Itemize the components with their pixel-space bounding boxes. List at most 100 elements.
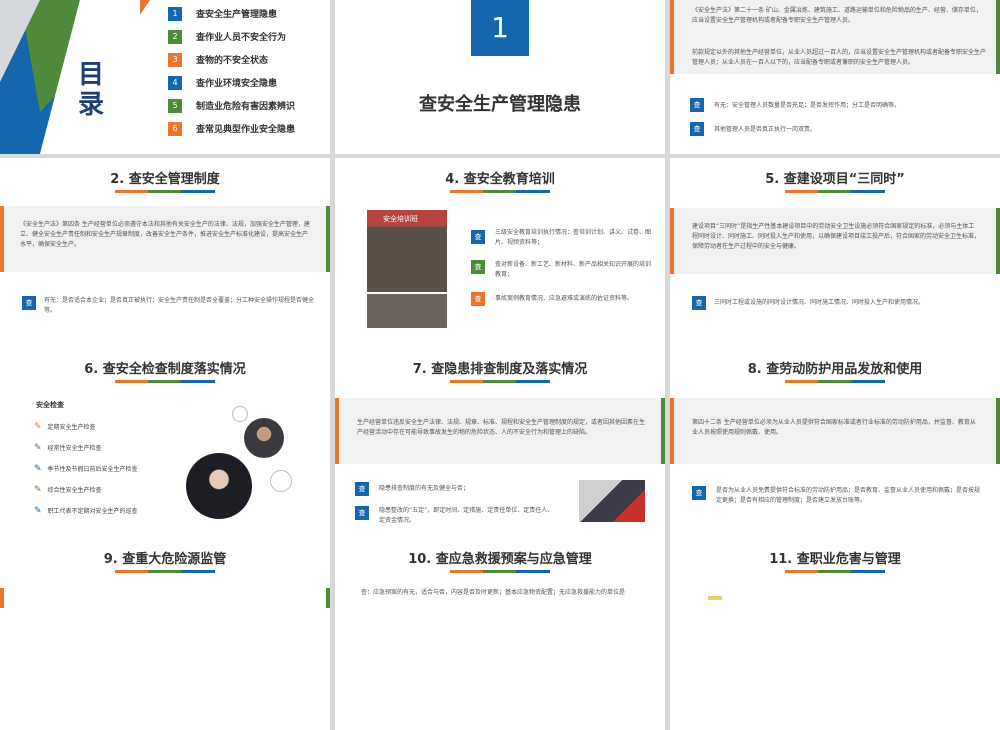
slide-7[interactable]: 7. 查隐患排查制度及落实情况 生产经营单位违反安全生产法律、法规、规章、标准、…: [335, 348, 665, 540]
toc-item-label: 查作业环境安全隐患: [196, 79, 278, 89]
training-photo: 安全培训班: [367, 210, 447, 292]
check-type-item: ✎ 季节性及节假日前后安全生产检查: [34, 458, 138, 479]
title-underline: [450, 380, 550, 383]
slide-10[interactable]: 10. 查应急救援预案与应急管理 查：应急预案的有无，适合与否，内容是否及时更新…: [335, 538, 665, 730]
slide-6[interactable]: 6. 查安全检查制度落实情况 安全检查 ✎ 定期安全生产检查 ✎ 经常性安全生产检查 ✎…: [0, 348, 330, 540]
slide-2[interactable]: 2. 查安全管理制度 《安全生产法》第四条 生产经营单位必须遵守本法和其他有关安…: [0, 158, 330, 350]
check-type-label: 职工代表不定期对安全生产的巡查: [47, 508, 138, 515]
decor-ring: [270, 470, 292, 492]
body-band: 生产经营单位违反安全生产法律、法规、规章、标准、规程和安全生产管理制度的规定，或…: [335, 398, 665, 464]
check-item: 三同时工程或设施的同时设计情况、同时施工情况、同时投入生产和使用情况。: [714, 299, 925, 306]
slide-5[interactable]: 5. 查建设项目“三同时” 建设项目“三同时”是指生产性基本建设项目中的劳动安全…: [670, 158, 1000, 350]
pencil-icon: ✎: [34, 442, 42, 453]
accent-bar-right: [996, 0, 1000, 74]
check-chip: 查: [690, 122, 704, 136]
toc-item[interactable]: 1 查安全生产管理隐患: [168, 2, 295, 25]
check-item: 隐患整改的“五定”，即定时间、定措施、定责任单位、定责任人、定资金情况。: [379, 507, 554, 524]
slide-body: 《安全生产法》第四条 生产经营单位必须遵守本法和其他有关安全生产的法律、法规，加…: [20, 221, 310, 248]
decor-block: [708, 596, 722, 600]
check-chip: 查: [471, 292, 485, 306]
check-chip: 查: [471, 260, 485, 274]
toc-item-label: 制造业危险有害因素辨识: [196, 102, 296, 112]
toc-item[interactable]: 6 查常见典型作业安全隐患: [168, 117, 295, 140]
slide-9[interactable]: 9. 查重大危险源监管: [0, 538, 330, 730]
check-item: 其他管理人员是否真正执行一岗双责。: [714, 126, 817, 133]
check-chip: 查: [690, 98, 704, 112]
toc-item-number: 3: [168, 52, 182, 67]
accent-bar-right: [661, 398, 665, 464]
check-type-item: ✎ 综合性安全生产检查: [34, 479, 138, 500]
body-band: 建设项目“三同时”是指生产性基本建设项目中的劳动安全卫生设施必须符合国家规定的标…: [670, 208, 1000, 274]
title-underline: [450, 190, 550, 193]
training-photo-2: [367, 294, 447, 328]
check-item: 有无：安全管理人员数量是否充足；是否发挥作用；分工是否明确等。: [714, 102, 901, 109]
accent-bar-left: [335, 398, 339, 464]
check-type-label: 经常性安全生产检查: [47, 445, 102, 452]
decor-ring: [232, 406, 248, 422]
slide-body: 生产经营单位违反安全生产法律、法规、规章、标准、规程和安全生产管理制度的规定，或…: [357, 419, 646, 436]
check-item: 事故案例教育情况、应急避难或演练的佐证资料等。: [495, 295, 634, 302]
toc-heading-2: 录: [78, 90, 105, 120]
title-underline: [450, 570, 550, 573]
check-chip: 查: [692, 486, 706, 500]
check-chip: 查: [471, 230, 485, 244]
check-item: 三级安全教育培训执行情况：查培训计划、讲义、试卷、图片、视频资料等；: [495, 229, 652, 246]
accent-bar-right: [326, 206, 330, 272]
law-para-2: 前款规定以外的其他生产经营单位，从业人员超过一百人的，应当设置安全生产管理机构或…: [692, 49, 987, 66]
slide-law-21[interactable]: 《安全生产法》第二十一条 矿山、金属冶炼、建筑施工、道路运输单位和危险物品的生产…: [670, 0, 1000, 154]
toc-item[interactable]: 2 查作业人员不安全行为: [168, 25, 295, 48]
title-underline: [115, 190, 215, 193]
slide-body: 建设项目“三同时”是指生产性基本建设项目中的劳动安全卫生设施必须符合国家规定的标…: [692, 223, 981, 250]
check-chip: 查: [692, 296, 706, 310]
law-para-1: 《安全生产法》第二十一条 矿山、金属冶炼、建筑施工、道路运输单位和危险物品的生产…: [692, 7, 982, 24]
toc-item-number: 4: [168, 75, 182, 90]
title-underline: [115, 380, 215, 383]
slide-section-1[interactable]: 1 查安全生产管理隐患: [335, 0, 665, 154]
title-underline: [785, 380, 885, 383]
toc-item-number: 2: [168, 29, 182, 44]
title-underline: [785, 190, 885, 193]
slide-title: 8. 查劳动防护用品发放和使用: [747, 362, 923, 377]
check-type-item: ✎ 定期安全生产检查: [34, 416, 138, 437]
check-item: 隐患排查制度的有无及健全与否；: [379, 485, 470, 492]
pencil-icon: ✎: [34, 421, 42, 432]
check-type-item: ✎ 职工代表不定期对安全生产的巡查: [34, 500, 138, 521]
title-underline: [115, 570, 215, 573]
toc-item-number: 6: [168, 121, 182, 136]
check-type-label: 季节性及节假日前后安全生产检查: [47, 466, 138, 473]
toc-item[interactable]: 5 制造业危险有害因素辨识: [168, 94, 295, 117]
inspection-photo-circle-small: [244, 418, 284, 458]
inspection-photo-circle: [186, 453, 252, 519]
toc-list: 1 查安全生产管理隐患 2 查作业人员不安全行为 3 查物的不安全状态 4 查作业环境安全隐患…: [168, 2, 295, 140]
accent-bar-left: [670, 398, 674, 464]
pencil-icon: ✎: [34, 463, 42, 474]
toc-item[interactable]: 3 查物的不安全状态: [168, 48, 295, 71]
photo-banner-text: 安全培训班: [383, 215, 418, 223]
section-number-box: 1: [471, 0, 529, 56]
check-chip: 查: [355, 506, 369, 520]
slide-8[interactable]: 8. 查劳动防护用品发放和使用 第四十二条 生产经营单位必须为从业人员提供符合国…: [670, 348, 1000, 540]
accent-bar-left: [0, 206, 4, 272]
slide-11[interactable]: 11. 查职业危害与管理: [670, 538, 1000, 730]
slide-body: 查：应急预案的有无，适合与否，内容是否及时更新；基本应急物资配置；无应急救援能力…: [361, 589, 626, 596]
accent-bar-right: [996, 398, 1000, 464]
check-chip: 查: [355, 482, 369, 496]
inspection-photo: [579, 480, 645, 522]
toc-item-number: 5: [168, 98, 182, 113]
check-item: 有无：是否适合本企业；是否真正被执行；安全生产责任制是否全覆盖；分工种安全操作规…: [44, 297, 315, 314]
toc-item[interactable]: 4 查作业环境安全隐患: [168, 71, 295, 94]
check-type-list: ✎ 定期安全生产检查 ✎ 经常性安全生产检查 ✎ 季节性及节假日前后安全生产检查 ✎ 综合性安…: [34, 416, 138, 521]
check-item: 查对新设备、新工艺、新材料、新产品相关知识开展的培训教育；: [495, 261, 652, 278]
slide-title: 5. 查建设项目“三同时”: [765, 172, 905, 187]
slide-title: 2. 查安全管理制度: [110, 172, 220, 187]
slide-toc[interactable]: 目 录 1 查安全生产管理隐患 2 查作业人员不安全行为 3 查物的不安全状态 4 查作业环境…: [0, 0, 330, 154]
section-title: 查安全生产管理隐患: [419, 94, 581, 115]
check-type-item: ✎ 经常性安全生产检查: [34, 437, 138, 458]
toc-item-label: 查物的不安全状态: [196, 56, 269, 66]
toc-item-label: 查安全生产管理隐患: [196, 10, 278, 20]
toc-item-number: 1: [168, 6, 182, 21]
slide-4[interactable]: 4. 查安全教育培训 安全培训班 查 三级安全教育培训执行情况：查培训计划、讲义…: [335, 158, 665, 350]
accent-bar-left: [0, 588, 4, 608]
toc-item-label: 查作业人员不安全行为: [196, 33, 287, 43]
check-item: 是否为从业人员免费提供符合标准的劳动防护用品；是否教育、监督从业人员使用和佩戴；…: [716, 487, 981, 504]
